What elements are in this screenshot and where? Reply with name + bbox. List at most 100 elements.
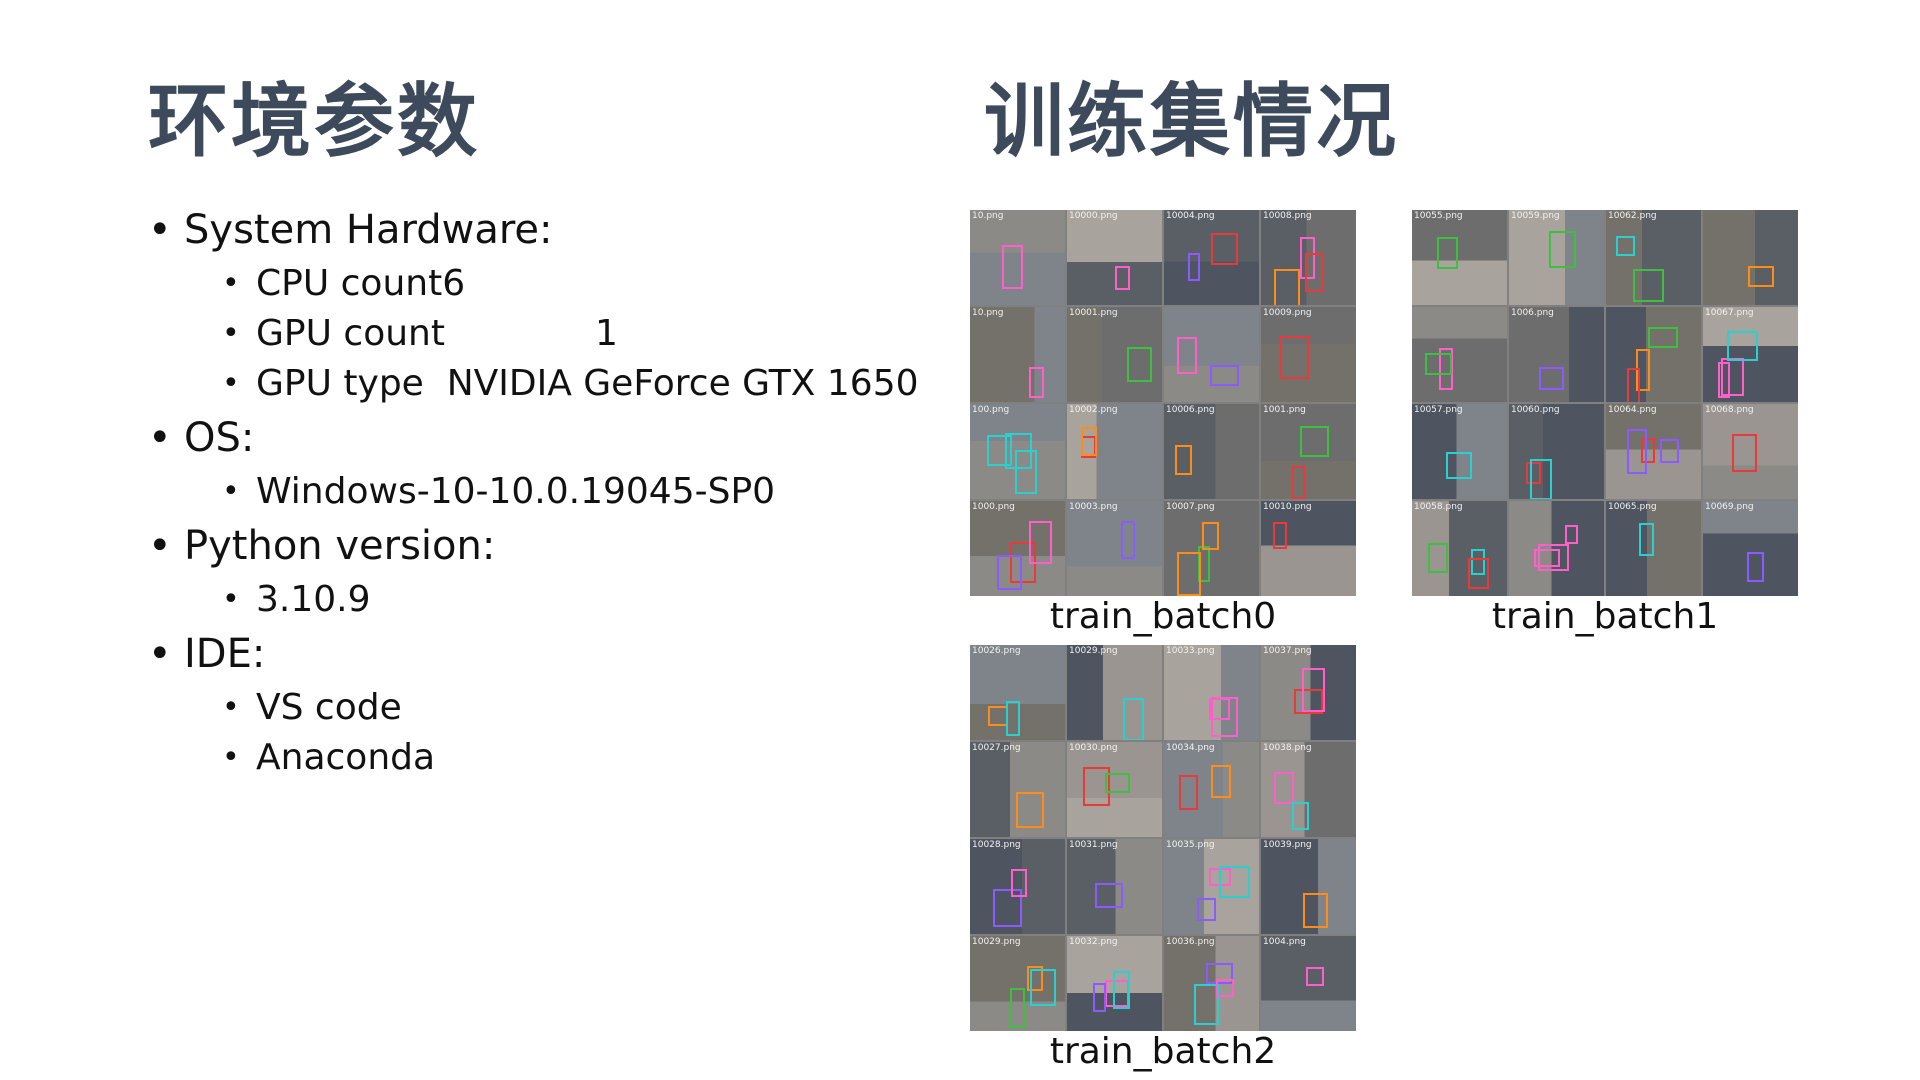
bounding-box — [1092, 982, 1107, 1012]
tile-filename: 10035.png — [1166, 840, 1215, 850]
section-title-environment: 环境参数 — [148, 75, 480, 168]
batch-tile: 1001.png — [1261, 404, 1356, 499]
tile-filename: 10.png — [972, 308, 1004, 318]
bounding-box — [1029, 969, 1056, 1006]
batch-tile: 1006.png — [1509, 307, 1604, 402]
batch-tile — [1412, 307, 1507, 402]
tile-filename: 1006.png — [1511, 308, 1554, 318]
bounding-box — [1215, 978, 1234, 998]
bounding-box — [1538, 544, 1570, 571]
bounding-box — [1208, 698, 1231, 720]
train-batch2-caption: train_batch2 — [1049, 1031, 1277, 1072]
train-batch1-caption: train_batch1 — [1491, 596, 1719, 637]
batch-tile: 10055.png — [1412, 210, 1507, 305]
batch-tile: 10003.png — [1067, 501, 1162, 596]
tile-filename: 10060.png — [1511, 405, 1560, 415]
bounding-box — [1274, 771, 1294, 805]
bounding-box — [1029, 366, 1044, 399]
bounding-box — [1565, 525, 1578, 544]
bounding-box — [1094, 883, 1124, 909]
bounding-box — [1105, 773, 1130, 793]
tile-filename: 10003.png — [1069, 502, 1118, 512]
batch-tile: 10029.png — [970, 936, 1065, 1031]
tile-filename: 10032.png — [1069, 937, 1118, 947]
bounding-box — [1121, 521, 1136, 560]
bounding-box — [1539, 366, 1564, 390]
bullet-gpu-type: GPU type NVIDIA GeForce GTX 1650 — [148, 364, 928, 405]
batch-tile: 10067.png — [1703, 307, 1798, 402]
bullet-ide-anaconda: Anaconda — [148, 738, 928, 779]
tile-filename: 10010.png — [1263, 502, 1312, 512]
tile-filename: 10039.png — [1263, 840, 1312, 850]
bounding-box — [1468, 557, 1489, 590]
bounding-box — [1720, 358, 1745, 396]
batch-tile — [1164, 307, 1259, 402]
tile-filename: 10028.png — [972, 840, 1021, 850]
batch-tile: 10009.png — [1261, 307, 1356, 402]
batch-tile: 10065.png — [1606, 501, 1701, 596]
batch-tile: 10031.png — [1067, 839, 1162, 934]
batch-tile — [1606, 307, 1701, 402]
tile-filename: 10068.png — [1705, 405, 1754, 415]
bounding-box — [1306, 967, 1325, 986]
bounding-box — [1747, 551, 1764, 583]
bullet-os-version: Windows-10-10.0.19045-SP0 — [148, 472, 928, 513]
bounding-box — [1292, 465, 1305, 499]
bounding-box — [1436, 236, 1458, 269]
bounding-box — [1006, 700, 1020, 736]
tile-filename: 10033.png — [1166, 646, 1215, 656]
bounding-box — [1112, 971, 1130, 1010]
batch-tile: 10001.png — [1067, 307, 1162, 402]
batch-tile: 10062.png — [1606, 210, 1701, 305]
batch-tile — [1703, 210, 1798, 305]
batch-tile: 10.png — [970, 307, 1065, 402]
batch-tile: 10037.png — [1261, 645, 1356, 740]
bounding-box — [1301, 667, 1326, 712]
bounding-box — [1304, 253, 1324, 293]
bounding-box — [1633, 268, 1665, 302]
bounding-box — [1028, 521, 1052, 565]
bounding-box — [1280, 336, 1310, 379]
batch-tile: 10027.png — [970, 742, 1065, 837]
gpu-count-value: 1 — [594, 313, 618, 354]
bounding-box — [1626, 368, 1641, 402]
bounding-box — [1001, 245, 1024, 290]
tile-filename: 10037.png — [1263, 646, 1312, 656]
tile-filename: 10034.png — [1166, 743, 1215, 753]
bounding-box — [1202, 522, 1219, 550]
batch-tile: 10002.png — [1067, 404, 1162, 499]
bounding-box — [1080, 427, 1097, 457]
bounding-box — [1219, 866, 1251, 899]
batch-tile: 10035.png — [1164, 839, 1259, 934]
train-batch1-mosaic: 10055.png 10059.png 10062.png 1006.png 10067… — [1412, 210, 1798, 596]
bounding-box — [1178, 775, 1199, 811]
batch-tile: 10058.png — [1412, 501, 1507, 596]
tile-filename: 10009.png — [1263, 308, 1312, 318]
bounding-box — [1211, 764, 1231, 799]
tile-filename: 10001.png — [1069, 308, 1118, 318]
bounding-box — [1660, 439, 1680, 464]
bounding-box — [1300, 426, 1330, 457]
bounding-box — [1210, 364, 1239, 387]
bounding-box — [1176, 337, 1198, 374]
batch-tile: 10069.png — [1703, 501, 1798, 596]
bounding-box — [1445, 451, 1472, 480]
batch-tile: 10028.png — [970, 839, 1065, 934]
bounding-box — [1529, 459, 1552, 499]
bullet-cpu-count: CPU count6 — [148, 264, 928, 305]
bounding-box — [1427, 542, 1449, 573]
batch-tile: 10039.png — [1261, 839, 1356, 934]
bounding-box — [1010, 988, 1026, 1028]
batch-tile: 10007.png — [1164, 501, 1259, 596]
tile-filename: 10058.png — [1414, 502, 1463, 512]
batch-tile: 10034.png — [1164, 742, 1259, 837]
batch-tile: 10033.png — [1164, 645, 1259, 740]
train-batch0-caption: train_batch0 — [1049, 596, 1277, 637]
batch-tile: 1000.png — [970, 501, 1065, 596]
batch-tile: 10008.png — [1261, 210, 1356, 305]
train-batch0-mosaic: 10.png 10000.png 10004.png 10008.png 10.png 1… — [970, 210, 1356, 596]
tile-filename: 10026.png — [972, 646, 1021, 656]
tile-filename: 10036.png — [1166, 937, 1215, 947]
tile-filename: 10067.png — [1705, 308, 1754, 318]
bounding-box — [1176, 552, 1201, 596]
